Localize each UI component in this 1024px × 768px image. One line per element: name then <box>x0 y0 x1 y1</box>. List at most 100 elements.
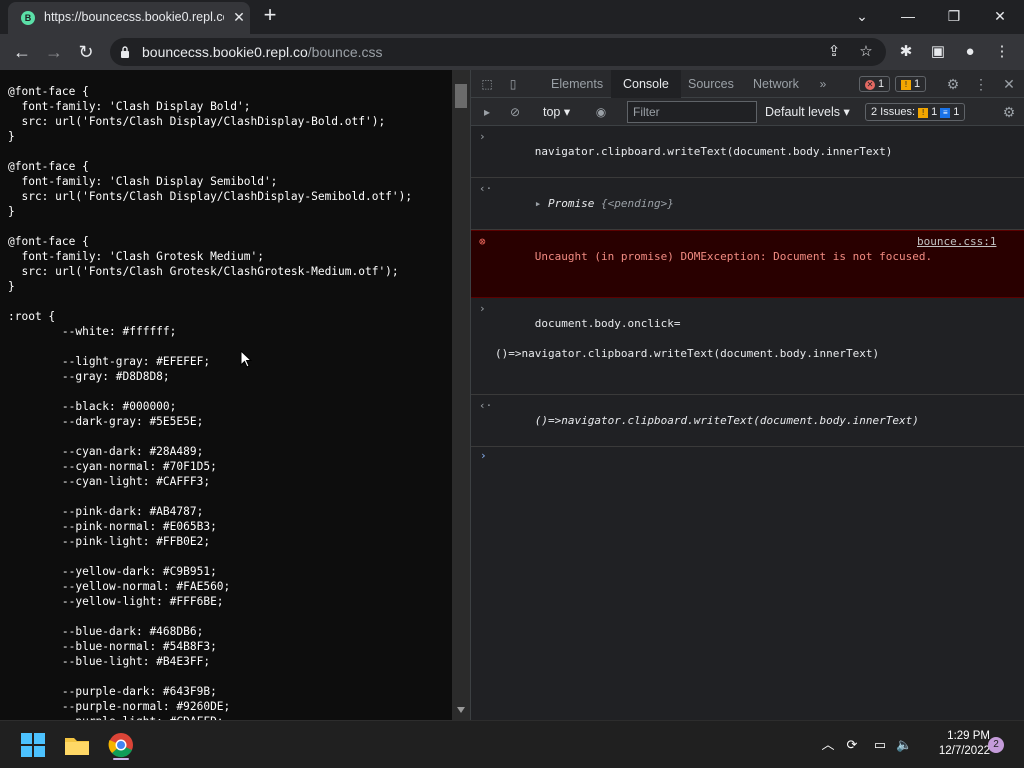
console-output: › navigator.clipboard.writeText(document.… <box>471 126 1024 467</box>
result-arrow-icon: ‹· <box>479 182 493 195</box>
chrome-menu-icon[interactable]: ⋮ <box>990 40 1014 64</box>
expand-triangle-icon[interactable]: ▸ <box>535 197 548 210</box>
code-line: src: url('Fonts/Clash Grotesk/ClashGrote… <box>8 265 399 278</box>
error-icon: ✕ <box>865 80 875 90</box>
page-scrollbar[interactable] <box>452 70 470 720</box>
live-expression-eye-icon[interactable]: ◉ <box>593 104 609 120</box>
code-line: --pink-light: #FFB0E2; <box>8 535 211 548</box>
show-hidden-icons-chevron-icon[interactable]: ︿ <box>820 737 836 753</box>
forward-button[interactable]: → <box>42 40 66 64</box>
lock-icon <box>121 46 129 58</box>
new-tab-button[interactable]: + <box>258 4 282 28</box>
code-line: --cyan-light: #CAFFF3; <box>8 475 211 488</box>
devtools-menu-icon[interactable]: ⋮ <box>973 76 989 92</box>
tab-sources[interactable]: Sources <box>688 70 734 98</box>
minimize-button[interactable]: — <box>888 4 928 28</box>
bookmark-star-icon[interactable]: ☆ <box>854 40 878 64</box>
code-line: --purple-normal: #9260DE; <box>8 700 231 713</box>
error-source-link[interactable]: bounce.css:1 <box>917 234 996 249</box>
code-line: @font-face { <box>8 235 89 248</box>
extensions-icon[interactable]: ✱ <box>894 40 918 64</box>
system-clock[interactable]: 1:29 PM 12/7/2022 <box>914 729 990 759</box>
input-chevron-icon: › <box>479 130 486 143</box>
devtools-panel: ⬚ ▯ Elements Console Sources Network » ✕… <box>470 70 1024 720</box>
page-viewport[interactable]: @font-face { font-family: 'Clash Display… <box>0 70 452 720</box>
code-line: --yellow-normal: #FAE560; <box>8 580 231 593</box>
console-settings-gear-icon[interactable]: ⚙ <box>1001 104 1017 120</box>
issues-button[interactable]: 2 Issues: ! 1 ≡ 1 <box>865 103 966 121</box>
more-tabs-chevron-icon[interactable]: » <box>815 76 831 92</box>
code-line: --yellow-light: #FFF6BE; <box>8 595 224 608</box>
console-error-line: ⊗ Uncaught (in promise) DOMException: Doc… <box>471 230 1024 298</box>
tab-console[interactable]: Console <box>611 70 681 98</box>
network-icon[interactable]: ▭ <box>872 737 888 753</box>
console-toolbar: ▸ ⊘ top ▾ ◉ Default levels ▾ 2 Issues: !… <box>471 98 1024 126</box>
clear-console-icon[interactable]: ⊘ <box>507 104 523 120</box>
tab-network[interactable]: Network <box>753 70 799 98</box>
console-result-line[interactable]: ‹· ▸ Promise {<pending>} <box>471 178 1024 230</box>
sync-status-icon[interactable]: ⟳ <box>844 737 860 753</box>
code-line: --dark-gray: #5E5E5E; <box>8 415 204 428</box>
console-prompt[interactable]: › <box>471 447 1024 467</box>
code-line: font-family: 'Clash Display Semibold'; <box>8 175 278 188</box>
address-bar[interactable]: bouncecss.bookie0.repl.co/bounce.css <box>110 38 886 66</box>
side-panel-icon[interactable]: ▣ <box>926 40 950 64</box>
windows-start-icon[interactable] <box>18 730 48 760</box>
file-explorer-icon[interactable] <box>62 730 92 760</box>
log-levels-dropdown[interactable]: Default levels ▾ <box>765 98 850 126</box>
close-window-button[interactable]: ✕ <box>980 4 1020 28</box>
warning-count-badge[interactable]: ! 1 <box>895 76 927 92</box>
error-circle-icon: ⊗ <box>479 235 486 248</box>
warning-icon: ! <box>901 80 911 90</box>
reload-button[interactable]: ↻ <box>74 40 98 64</box>
close-devtools-icon[interactable]: ✕ <box>1001 76 1017 92</box>
error-count-badge[interactable]: ✕ 1 <box>859 76 891 92</box>
prompt-chevron-icon: › <box>480 449 487 462</box>
back-button[interactable]: ← <box>10 40 34 64</box>
code-line: :root { <box>8 310 56 323</box>
sidebar-toggle-icon[interactable]: ▸ <box>479 104 495 120</box>
tab-elements[interactable]: Elements <box>551 70 603 98</box>
css-source-code: @font-face { font-family: 'Clash Display… <box>8 84 412 720</box>
windows-taskbar: ︿ ⟳ ▭ 🔈 1:29 PM 12/7/2022 2 <box>0 720 1024 768</box>
restore-button[interactable]: ❐ <box>934 4 974 28</box>
profile-avatar-icon[interactable]: ● <box>958 40 982 64</box>
notification-badge[interactable]: 2 <box>988 737 1004 753</box>
code-line: } <box>8 205 15 218</box>
tab-close-icon[interactable]: ✕ <box>230 8 248 26</box>
result-arrow-icon: ‹· <box>479 399 493 412</box>
tab-title: https://bouncecss.bookie0.repl.co <box>44 10 224 24</box>
console-filter-input[interactable] <box>627 101 757 123</box>
share-icon[interactable]: ⇪ <box>822 40 846 64</box>
code-line: --blue-light: #B4E3FF; <box>8 655 211 668</box>
device-toolbar-icon[interactable]: ▯ <box>505 76 521 92</box>
code-line: --yellow-dark: #C9B951; <box>8 565 217 578</box>
chrome-taskbar-icon[interactable] <box>106 730 136 760</box>
url-text: bouncecss.bookie0.repl.co/bounce.css <box>142 44 383 60</box>
tab-search-icon[interactable]: ⌄ <box>842 4 882 28</box>
browser-tab[interactable]: B https://bouncecss.bookie0.repl.co ✕ <box>8 2 250 34</box>
volume-icon[interactable]: 🔈 <box>896 737 912 753</box>
console-result-line: ‹· ()=>navigator.clipboard.writeText(docu… <box>471 395 1024 447</box>
inspect-element-icon[interactable]: ⬚ <box>479 76 495 92</box>
input-chevron-icon: › <box>479 302 486 315</box>
context-selector[interactable]: top ▾ <box>543 98 570 126</box>
code-line: src: url('Fonts/Clash Display/ClashDispl… <box>8 190 413 203</box>
scrollbar-thumb[interactable] <box>455 84 467 108</box>
code-line: font-family: 'Clash Display Bold'; <box>8 100 251 113</box>
settings-gear-icon[interactable]: ⚙ <box>945 76 961 92</box>
console-input-line: › navigator.clipboard.writeText(document.… <box>471 126 1024 178</box>
code-line: --light-gray: #EFEFEF; <box>8 355 211 368</box>
browser-toolbar: ← → ↻ bouncecss.bookie0.repl.co/bounce.c… <box>0 34 1024 70</box>
code-line: @font-face { <box>8 85 89 98</box>
scroll-down-arrow-icon[interactable] <box>457 707 465 713</box>
code-line: src: url('Fonts/Clash Display/ClashDispl… <box>8 115 386 128</box>
clock-time: 1:29 PM <box>947 730 990 742</box>
